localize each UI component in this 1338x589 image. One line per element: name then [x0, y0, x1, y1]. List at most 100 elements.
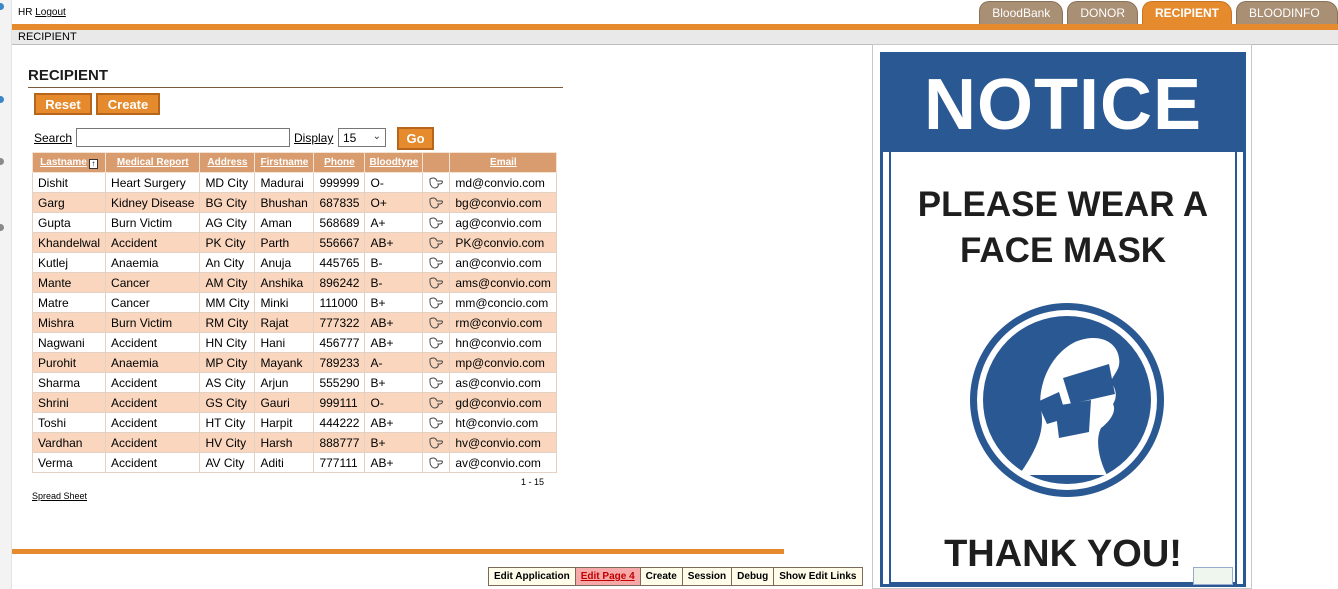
logout-link[interactable]: Logout — [35, 7, 66, 18]
side-indicator — [0, 3, 4, 10]
cell-lastname: Sharma — [31, 372, 107, 393]
column-header-firstname[interactable]: Firstname — [254, 152, 315, 173]
tab-bloodbank[interactable]: BloodBank — [979, 1, 1064, 24]
tab-bloodinfo[interactable]: BLOODINFO — [1236, 1, 1338, 24]
search-input[interactable] — [76, 128, 290, 147]
cell-phone: 445765 — [313, 252, 366, 273]
edit-link-icon[interactable] — [428, 296, 444, 310]
debug-link[interactable]: Debug — [731, 568, 773, 585]
chevron-down-icon: ⌄ — [372, 131, 381, 142]
column-header-edit — [422, 152, 451, 173]
cell-email[interactable]: rm@convio.com — [449, 312, 558, 333]
session-link[interactable]: Session — [681, 568, 731, 585]
cell-phone: 444222 — [313, 412, 366, 433]
edit-link-icon[interactable] — [428, 336, 444, 350]
create-link[interactable]: Create — [639, 568, 682, 585]
cell-email[interactable]: hn@convio.com — [449, 332, 558, 353]
cell-email[interactable]: mp@convio.com — [449, 352, 558, 373]
cell-bloodtype: B+ — [364, 432, 424, 453]
show-edit-links-link[interactable]: Show Edit Links — [773, 568, 861, 585]
cell-lastname: Vardhan — [31, 432, 107, 453]
pagination-info: 1 - 15 — [521, 477, 545, 487]
sort-ascending-icon[interactable]: ↑ — [88, 158, 98, 169]
edit-link-icon[interactable] — [428, 276, 444, 290]
cell-email[interactable]: an@convio.com — [449, 252, 558, 273]
cell-medical-report: Cancer — [105, 292, 201, 313]
table-row: Matre Cancer MM City Minki 111000 B+ mm@concio… — [31, 292, 558, 313]
cell-lastname: Mishra — [31, 312, 107, 333]
cell-medical-report: Kidney Disease — [105, 192, 201, 213]
tab-donor[interactable]: DONOR — [1067, 1, 1138, 24]
cell-address: RM City — [199, 312, 256, 333]
page-title: RECIPIENT — [28, 67, 563, 88]
cell-email[interactable]: ht@convio.com — [449, 412, 558, 433]
cell-bloodtype: A- — [364, 352, 424, 373]
edit-page-link[interactable]: Edit Page 4 — [574, 568, 640, 585]
edit-application-link[interactable]: Edit Application — [489, 568, 575, 585]
edit-link-icon[interactable] — [428, 216, 444, 230]
cell-phone: 777322 — [313, 312, 366, 333]
cell-firstname: Minki — [254, 292, 315, 313]
cell-address: HV City — [199, 432, 256, 453]
cell-firstname: Aditi — [254, 452, 315, 473]
cell-email[interactable]: PK@convio.com — [449, 232, 558, 253]
column-header-medical-report[interactable]: Medical Report — [105, 152, 201, 173]
edit-link-icon[interactable] — [428, 436, 444, 450]
go-button[interactable]: Go — [397, 127, 434, 150]
poster-logo — [1193, 567, 1233, 585]
cell-bloodtype: AB+ — [364, 332, 424, 353]
create-button[interactable]: Create — [96, 93, 160, 115]
cell-bloodtype: AB+ — [364, 412, 424, 433]
poster-footer: THANK YOU! — [944, 533, 1182, 575]
cell-phone: 456777 — [313, 332, 366, 353]
cell-bloodtype: B+ — [364, 292, 424, 313]
column-header-email[interactable]: Email — [449, 152, 558, 173]
cell-email[interactable]: ams@convio.com — [449, 272, 558, 293]
column-header-bloodtype[interactable]: Bloodtype — [364, 152, 424, 173]
face-mask-icon — [970, 303, 1164, 497]
table-row: Garg Kidney Disease BG City Bhushan 687835 O+… — [31, 192, 558, 213]
cell-address: GS City — [199, 392, 256, 413]
cell-medical-report: Anaemia — [105, 252, 201, 273]
cell-email[interactable]: hv@convio.com — [449, 432, 558, 453]
edit-link-icon[interactable] — [428, 196, 444, 210]
edit-link-icon[interactable] — [428, 256, 444, 270]
cell-firstname: Hani — [254, 332, 315, 353]
cell-email[interactable]: bg@convio.com — [449, 192, 558, 213]
edit-link-icon[interactable] — [428, 396, 444, 410]
spreadsheet-link[interactable]: Spread Sheet — [32, 491, 87, 501]
tab-recipient[interactable]: RECIPIENT — [1141, 1, 1232, 24]
column-header-lastname[interactable]: Lastname ↑ — [31, 152, 107, 173]
column-header-phone[interactable]: Phone — [313, 152, 366, 173]
display-select[interactable]: 15 ⌄ — [338, 128, 386, 147]
edit-link-icon[interactable] — [428, 456, 444, 470]
cell-lastname: Khandelwal — [31, 232, 107, 253]
reset-button[interactable]: Reset — [34, 93, 92, 115]
cell-lastname: Purohit — [31, 352, 107, 373]
cell-firstname: Harpit — [254, 412, 315, 433]
cell-email[interactable]: ag@convio.com — [449, 212, 558, 233]
poster-heading: NOTICE — [883, 55, 1243, 152]
cell-address: MM City — [199, 292, 256, 313]
cell-email[interactable]: as@convio.com — [449, 372, 558, 393]
column-header-address[interactable]: Address — [199, 152, 256, 173]
edit-link-icon[interactable] — [428, 316, 444, 330]
poster-line-2: FACE MASK — [959, 231, 1167, 270]
cell-email[interactable]: gd@convio.com — [449, 392, 558, 413]
table-row: Mante Cancer AM City Anshika 896242 B-ams@con… — [31, 272, 558, 293]
edit-link-icon[interactable] — [428, 356, 444, 370]
cell-edit — [422, 192, 451, 213]
edit-link-icon[interactable] — [428, 236, 444, 250]
edit-link-icon[interactable] — [428, 416, 444, 430]
cell-firstname: Harsh — [254, 432, 315, 453]
cell-email[interactable]: mm@concio.com — [449, 292, 558, 313]
edit-link-icon[interactable] — [428, 176, 444, 190]
edit-link-icon[interactable] — [428, 376, 444, 390]
table-row: Purohit Anaemia MP City Mayank 789233 A-mp@co… — [31, 352, 558, 373]
cell-email[interactable]: md@convio.com — [449, 172, 558, 193]
cell-lastname: Garg — [31, 192, 107, 213]
cell-edit — [422, 392, 451, 413]
cell-phone: 789233 — [313, 352, 366, 373]
cell-email[interactable]: av@convio.com — [449, 452, 558, 473]
cell-firstname: Aman — [254, 212, 315, 233]
